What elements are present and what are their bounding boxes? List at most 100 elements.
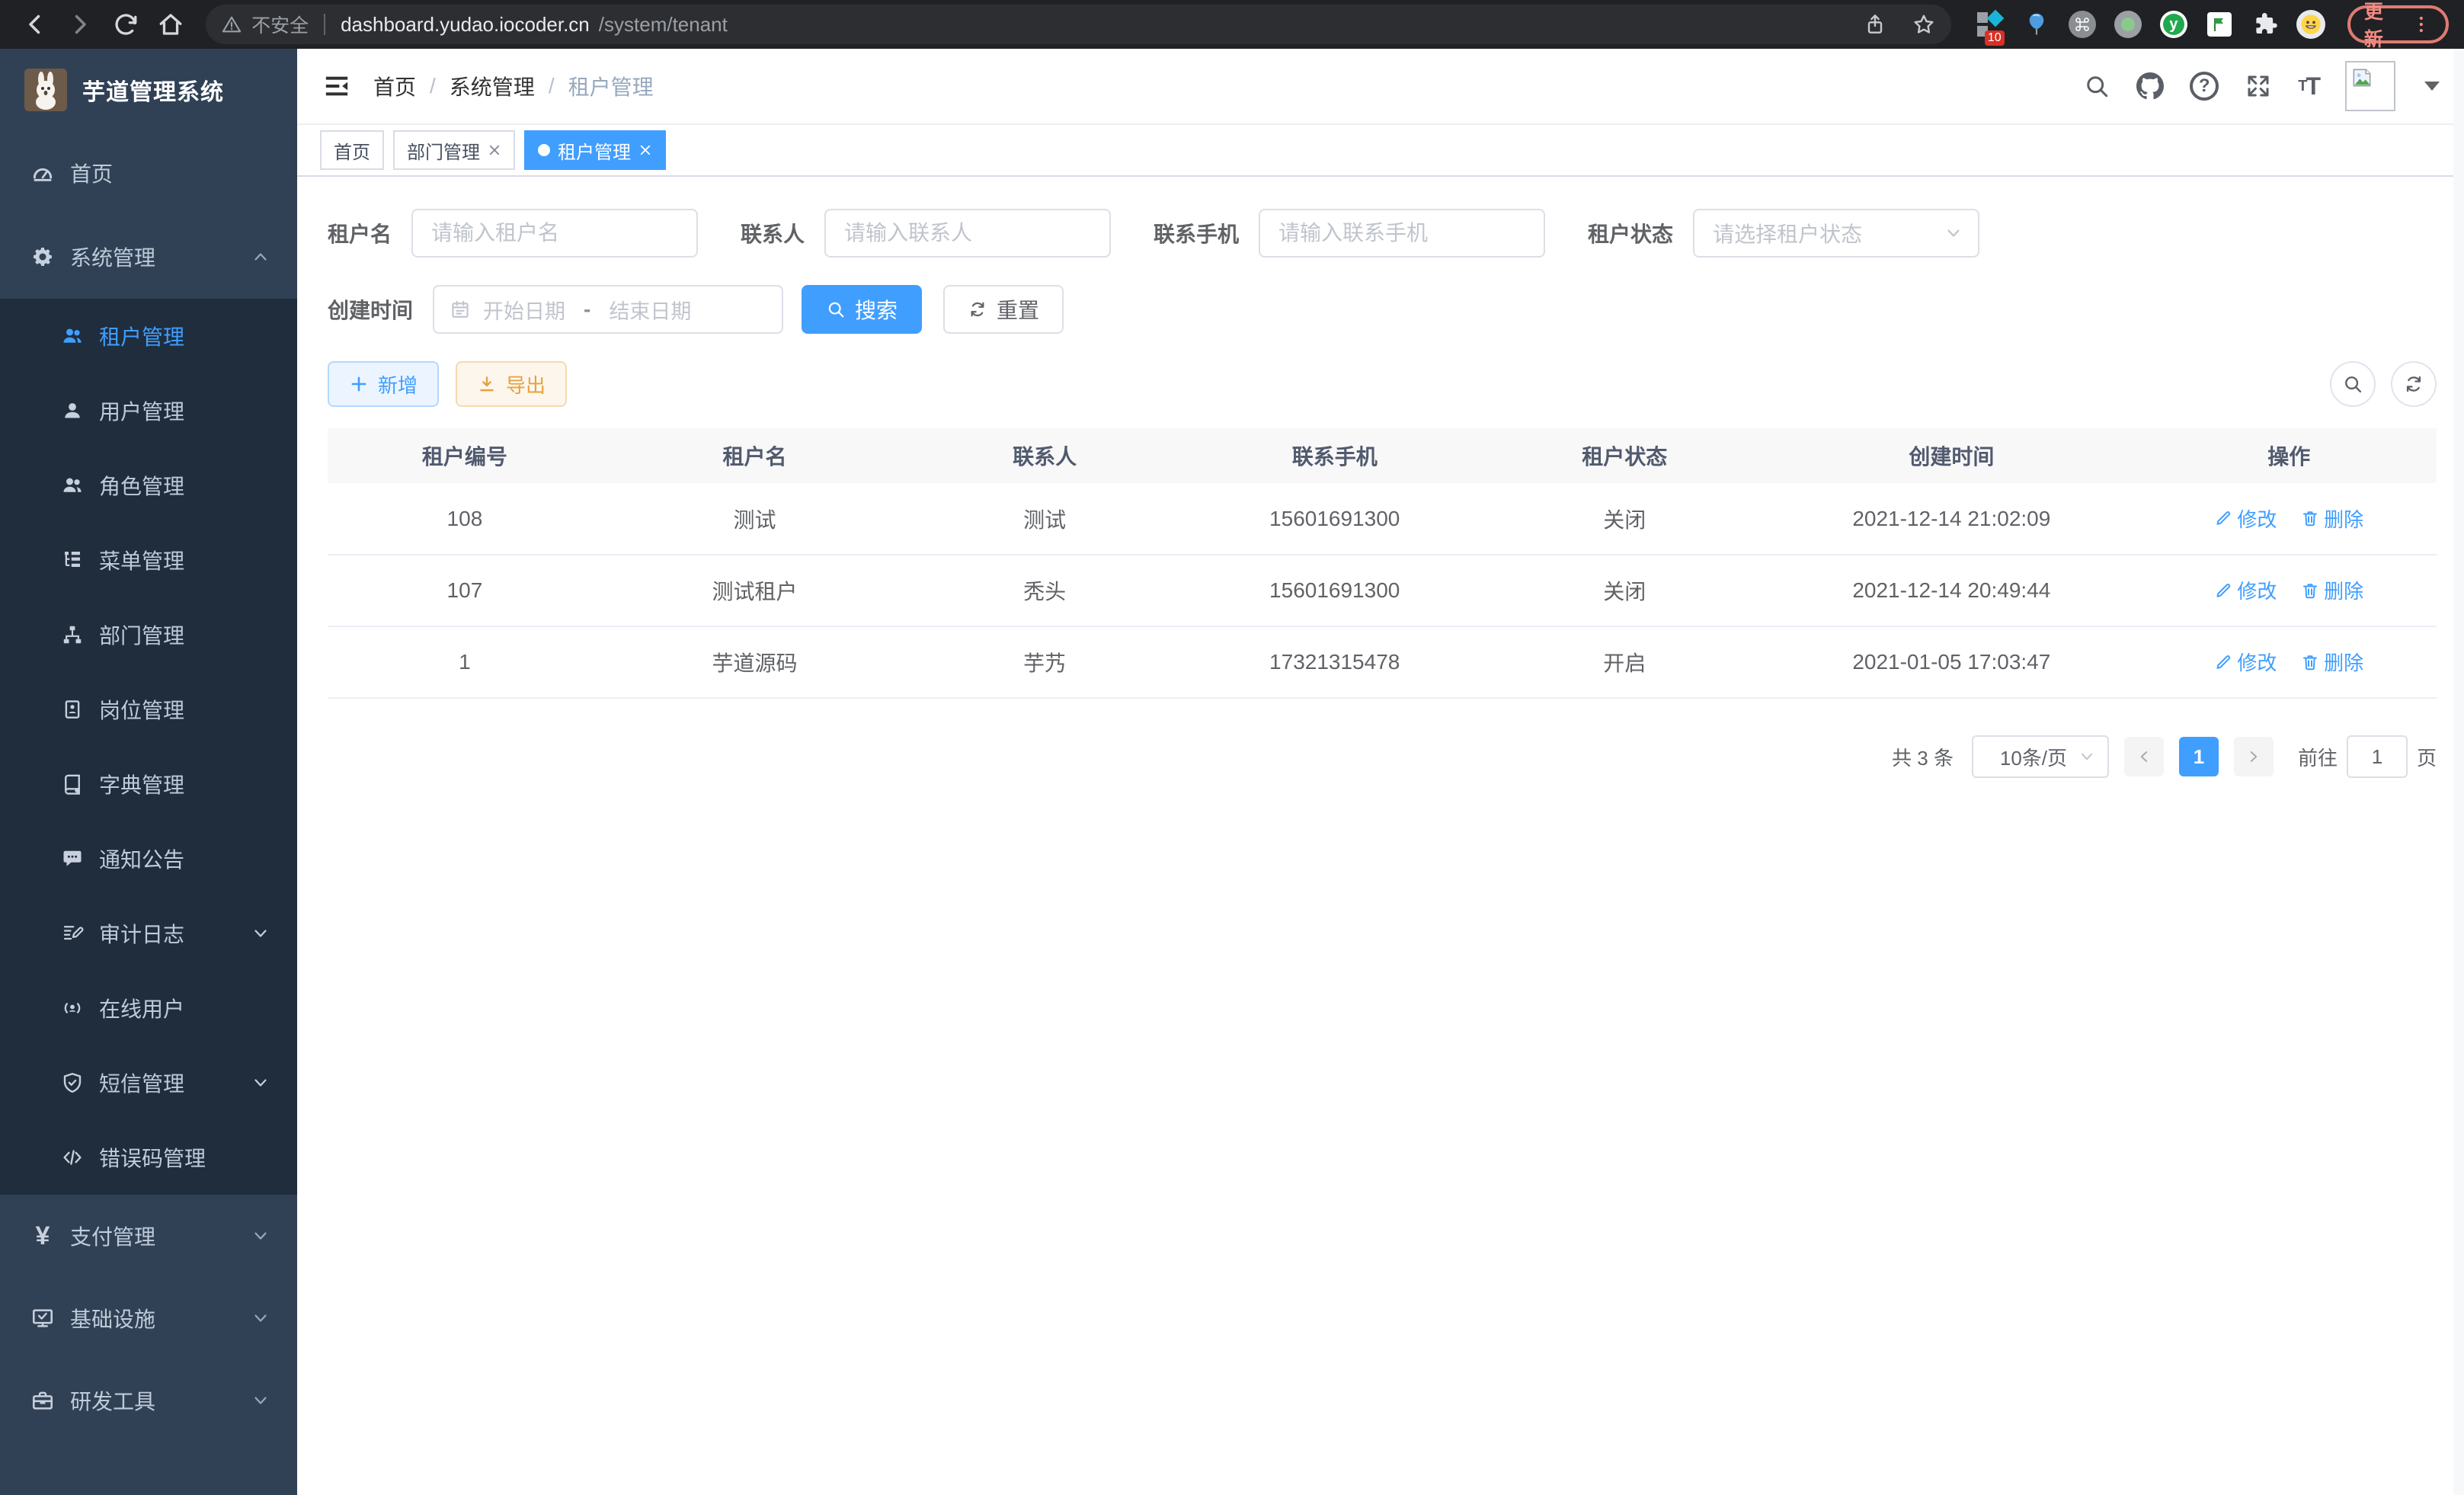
smiley-icon [2299, 12, 2323, 37]
browser-back-button[interactable] [15, 5, 55, 44]
recorder-extension-icon[interactable] [2113, 9, 2143, 40]
reset-button[interactable]: 重置 [943, 285, 1064, 334]
font-size-button[interactable]: TT [2298, 72, 2319, 101]
breadcrumb-system[interactable]: 系统管理 [450, 71, 535, 101]
sidebar-item-dict[interactable]: 字典管理 [0, 747, 297, 821]
tenant-users-icon [61, 325, 84, 347]
delete-link[interactable]: 删除 [2301, 648, 2363, 676]
tab-home[interactable]: 首页 [320, 130, 384, 170]
sidebar-item-online-user[interactable]: 在线用户 [0, 971, 297, 1045]
browser-reload-button[interactable] [106, 5, 146, 44]
sidebar-fold-icon[interactable] [322, 71, 352, 101]
cell-mobile: 17321315478 [1182, 626, 1487, 698]
breadcrumb-home[interactable]: 首页 [373, 71, 416, 101]
close-icon[interactable] [638, 143, 652, 157]
blocker-extension-icon[interactable]: 10 [1976, 9, 2006, 40]
sidebar-item-notice[interactable]: 通知公告 [0, 821, 297, 896]
col-status: 租户状态 [1487, 428, 1762, 483]
page-number-1[interactable]: 1 [2179, 737, 2219, 776]
fullscreen-button[interactable] [2245, 72, 2272, 100]
search-icon [826, 299, 846, 319]
update-label: 更新 [2364, 0, 2402, 52]
close-icon[interactable] [488, 143, 501, 157]
create-time-range-picker[interactable]: 开始日期 - 结束日期 [433, 285, 783, 334]
sidebar-item-sms[interactable]: 短信管理 [0, 1045, 297, 1120]
avatar-caret-down-icon[interactable] [2424, 82, 2440, 91]
page-size-select[interactable]: 10条/页 [1972, 735, 2109, 778]
create-time-label: 创建时间 [328, 294, 413, 325]
bookmark-star-icon[interactable] [1912, 12, 1936, 37]
browser-update-button[interactable]: 更新 [2347, 5, 2449, 43]
address-bar[interactable]: 不安全 dashboard.yudao.iocoder.cn/system/te… [206, 5, 1951, 44]
cell-created: 2021-12-14 20:49:44 [1762, 555, 2141, 626]
sidebar-item-error-code[interactable]: 错误码管理 [0, 1120, 297, 1195]
download-icon [477, 374, 497, 394]
prev-page-button[interactable] [2124, 737, 2164, 776]
sidebar-item-devtools[interactable]: 研发工具 [0, 1359, 297, 1442]
delete-link[interactable]: 删除 [2301, 576, 2363, 604]
tenant-name-input[interactable] [411, 209, 698, 258]
breadcrumb-separator: / [430, 74, 436, 98]
tab-dept[interactable]: 部门管理 [393, 130, 515, 170]
profile-avatar[interactable] [2296, 9, 2326, 40]
browser-forward-button[interactable] [61, 5, 101, 44]
command-extension-icon[interactable] [2067, 9, 2098, 40]
breadcrumb: 首页 / 系统管理 / 租户管理 [373, 71, 654, 101]
edit-link[interactable]: 修改 [2214, 576, 2277, 604]
edit-link[interactable]: 修改 [2214, 504, 2277, 533]
sidebar-item-home[interactable]: 首页 [0, 131, 297, 215]
cell-status: 开启 [1487, 626, 1762, 698]
header-search-button[interactable] [2083, 72, 2110, 100]
edit-label: 修改 [2237, 576, 2277, 604]
goto-page-input[interactable] [2347, 735, 2408, 778]
sidebar-item-role[interactable]: 角色管理 [0, 448, 297, 523]
help-button[interactable]: ? [2190, 72, 2219, 101]
sidebar-item-tenant[interactable]: 租户管理 [0, 299, 297, 373]
cell-contact: 测试 [907, 483, 1182, 555]
balloon-extension-icon[interactable] [2021, 9, 2052, 40]
cell-contact: 秃头 [907, 555, 1182, 626]
monitor-icon [30, 1306, 55, 1330]
browser-home-button[interactable] [152, 5, 191, 44]
status-select[interactable]: 请选择租户状态 [1693, 209, 1979, 258]
sidebar-item-audit-log[interactable]: 审计日志 [0, 896, 297, 971]
add-button[interactable]: 新增 [328, 361, 439, 407]
edit-link[interactable]: 修改 [2214, 648, 2277, 676]
chevron-down-icon [251, 1074, 270, 1092]
font-size-icon: T [2306, 72, 2319, 101]
next-page-button[interactable] [2234, 737, 2274, 776]
contact-input[interactable] [824, 209, 1111, 258]
browser-menu-dots-icon[interactable] [2411, 14, 2432, 35]
trash-icon [2301, 509, 2319, 527]
delete-link[interactable]: 删除 [2301, 504, 2363, 533]
extensions-puzzle-icon[interactable] [2250, 9, 2280, 40]
chevron-down-icon [251, 924, 270, 943]
share-icon[interactable] [1863, 12, 1887, 37]
chevron-down-icon [1944, 224, 1963, 242]
yudao-extension-icon[interactable]: y [2158, 9, 2189, 40]
sidebar-item-menu[interactable]: 菜单管理 [0, 523, 297, 597]
github-link[interactable] [2136, 72, 2164, 100]
sidebar-item-post[interactable]: 岗位管理 [0, 672, 297, 747]
sidebar-item-dept[interactable]: 部门管理 [0, 597, 297, 672]
sidebar-item-pay[interactable]: ¥ 支付管理 [0, 1195, 297, 1277]
search-button[interactable]: 搜索 [802, 285, 922, 334]
app-logo-row[interactable]: 芋道管理系统 [0, 49, 297, 131]
tab-tenant[interactable]: 租户管理 [524, 130, 666, 170]
sidebar-item-user[interactable]: 用户管理 [0, 373, 297, 448]
tab-label: 首页 [334, 137, 370, 164]
sidebar-item-infra[interactable]: 基础设施 [0, 1277, 297, 1359]
sidebar-item-system[interactable]: 系统管理 [0, 215, 297, 299]
user-avatar[interactable] [2345, 61, 2395, 111]
sidebar-item-label: 短信管理 [99, 1068, 236, 1098]
breadcrumb-separator: / [549, 74, 555, 98]
back-icon [21, 11, 49, 38]
tenant-name-label: 租户名 [328, 218, 392, 248]
refresh-table-button[interactable] [2391, 361, 2437, 407]
mobile-input[interactable] [1259, 209, 1545, 258]
toggle-search-button[interactable] [2330, 361, 2376, 407]
scrollbar-gutter[interactable] [2453, 49, 2464, 1495]
flag-extension-icon[interactable] [2204, 9, 2235, 40]
top-navbar: 首页 / 系统管理 / 租户管理 ? TT [297, 49, 2464, 125]
export-button[interactable]: 导出 [456, 361, 567, 407]
